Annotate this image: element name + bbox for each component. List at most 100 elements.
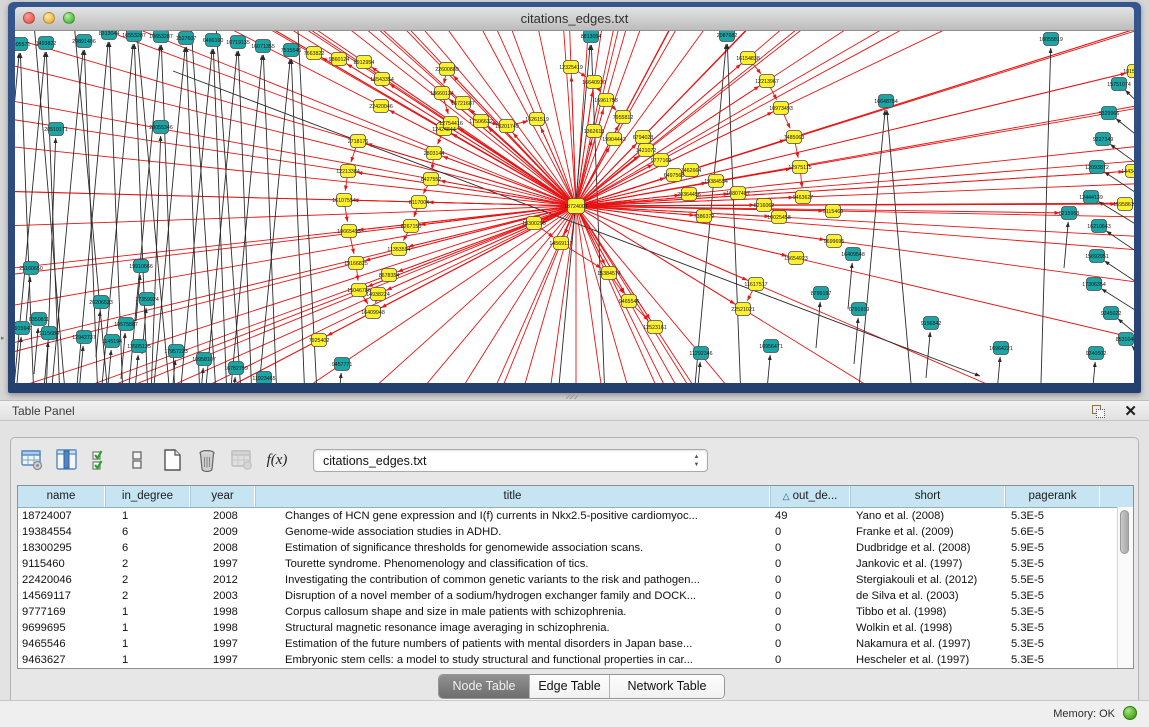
close-panel-icon[interactable]: ✕ bbox=[1124, 402, 1137, 421]
table-select-dropdown[interactable]: citations_edges.txt ▲▼ bbox=[313, 449, 708, 472]
cell-pagerank: 5.3E-5 bbox=[1005, 620, 1100, 636]
table-row[interactable]: 1872400712008Changes of HCN gene express… bbox=[18, 508, 1133, 524]
graph-node-label: 1145194 bbox=[102, 339, 122, 345]
cell-pagerank: 5.3E-5 bbox=[1005, 508, 1100, 524]
table-panel-body: f(x) citations_edges.txt ▲▼ namein_degre… bbox=[0, 421, 1149, 700]
cell-pagerank: 5.3E-5 bbox=[1005, 604, 1100, 620]
memory-status-indicator[interactable] bbox=[1123, 706, 1137, 720]
graph-node-label: 10653287 bbox=[149, 34, 173, 40]
network-window[interactable]: citations_edges.txt 18724007940557114938… bbox=[8, 2, 1141, 393]
cell-year: 2009 bbox=[190, 524, 255, 540]
table-row[interactable]: 1830029562008Estimation of significance … bbox=[18, 540, 1133, 556]
graph-node-label: 12975115 bbox=[788, 165, 811, 171]
graph-node-label: 20206523 bbox=[89, 300, 113, 306]
graph-node-label: 12523161 bbox=[643, 325, 667, 331]
citation-edge-black bbox=[1132, 346, 1134, 383]
graph-node-label: 10025458 bbox=[767, 215, 791, 221]
column-header-out-de-[interactable]: △out_de... bbox=[770, 486, 850, 507]
graph-node-label: 6216062 bbox=[754, 203, 775, 209]
graph-node-label: 12093872 bbox=[1085, 165, 1109, 171]
graph-node-label: 20891406 bbox=[72, 39, 96, 45]
graph-node-label: 20055346 bbox=[149, 125, 173, 131]
graph-node-label: 8799197 bbox=[811, 291, 832, 297]
function-builder-icon[interactable]: f(x) bbox=[264, 447, 290, 473]
graph-node-label: 19384554 bbox=[704, 179, 728, 185]
panel-resize-handle[interactable] bbox=[566, 394, 578, 399]
graph-node-label: 16782759 bbox=[224, 366, 248, 372]
citation-edge-black bbox=[996, 357, 1000, 383]
citation-edge-red bbox=[15, 170, 576, 206]
graph-node-label: 15958614 bbox=[1113, 202, 1134, 208]
table-header-row: namein_degreeyeartitle△out_de...shortpag… bbox=[18, 486, 1133, 508]
graph-node-label: 22521021 bbox=[731, 307, 755, 313]
tab-node-table[interactable]: Node Table bbox=[439, 675, 530, 698]
table-row[interactable]: 1938455462009Genome-wide association stu… bbox=[18, 524, 1133, 540]
citation-edge-black bbox=[1091, 362, 1095, 383]
clear-selection-icon[interactable] bbox=[124, 447, 150, 473]
citation-edge-black bbox=[1064, 222, 1068, 268]
cell-title: Changes of HCN gene expression and I(f) … bbox=[255, 508, 770, 524]
table-row[interactable]: 2242004622012Investigating the contribut… bbox=[18, 572, 1133, 588]
delete-column-icon[interactable] bbox=[194, 447, 220, 473]
cell-pagerank: 5.6E-5 bbox=[1005, 524, 1100, 540]
citation-edge-black bbox=[853, 110, 885, 383]
citation-edge-black bbox=[766, 355, 770, 383]
cell-out-de-: 0 bbox=[770, 620, 850, 636]
column-header-name[interactable]: name bbox=[18, 486, 105, 507]
graph-node-label: 15654923 bbox=[784, 256, 808, 262]
network-window-titlebar[interactable]: citations_edges.txt bbox=[15, 7, 1134, 31]
column-header-pagerank[interactable]: pagerank bbox=[1005, 486, 1100, 507]
cell-pagerank: 5.3E-5 bbox=[1005, 556, 1100, 572]
network-canvas[interactable]: 1872400794055711493822208914068313044165… bbox=[15, 31, 1134, 383]
graph-node-label: 10055819 bbox=[1039, 37, 1063, 43]
graph-node-label: 12213967 bbox=[755, 79, 779, 85]
citation-edge-black bbox=[297, 31, 320, 383]
table-select-value: citations_edges.txt bbox=[323, 454, 427, 468]
scrollbar-thumb[interactable] bbox=[1120, 510, 1129, 554]
cell-short: Nakamura et al. (1997) bbox=[850, 636, 1005, 652]
column-header-in-degree[interactable]: in_degree bbox=[105, 486, 190, 507]
graph-node-label: 16154838 bbox=[736, 56, 760, 62]
table-options-icon[interactable] bbox=[19, 447, 45, 473]
graph-node-label: 10719135 bbox=[226, 40, 250, 46]
show-columns-icon[interactable] bbox=[54, 447, 80, 473]
table-row[interactable]: 969969511998Structural magnetic resonanc… bbox=[18, 620, 1133, 636]
vertical-scrollbar[interactable] bbox=[1117, 507, 1133, 668]
new-column-icon[interactable] bbox=[159, 447, 185, 473]
graph-node-label: 11923465 bbox=[252, 376, 275, 382]
graph-node-label: 20364456 bbox=[677, 192, 701, 198]
select-all-columns-icon[interactable] bbox=[89, 447, 115, 473]
delete-table-icon[interactable] bbox=[229, 447, 255, 473]
tab-edge-table[interactable]: Edge Table bbox=[530, 675, 610, 698]
graph-node-label: 7515546 bbox=[281, 48, 302, 54]
table-row[interactable]: 1456911722003Disruption of a novel membe… bbox=[18, 588, 1133, 604]
graph-node-label: 1421072 bbox=[636, 148, 657, 154]
cell-out-de-: 0 bbox=[770, 524, 850, 540]
graph-node-label: 7663822 bbox=[304, 51, 325, 57]
column-header-short[interactable]: short bbox=[850, 486, 1005, 507]
table-row[interactable]: 977716911998Corpus callosum shape and si… bbox=[18, 604, 1133, 620]
cell-pagerank: 5.5E-5 bbox=[1005, 572, 1100, 588]
graph-node-label: 10807487 bbox=[726, 191, 750, 197]
cell-out-de-: 0 bbox=[770, 588, 850, 604]
column-header-year[interactable]: year bbox=[190, 486, 255, 507]
cell-name: 14569117 bbox=[18, 588, 105, 604]
graph-node-label: 6791919 bbox=[849, 307, 870, 313]
citation-edge-black bbox=[96, 311, 100, 357]
table-row[interactable]: 911546021997Tourette syndrome. Phenomeno… bbox=[18, 556, 1133, 572]
graph-node-label: 8313044 bbox=[99, 31, 120, 37]
float-window-icon[interactable] bbox=[1092, 405, 1105, 418]
graph-node-label: 9329966 bbox=[1099, 111, 1120, 117]
graph-node-label: 2087682 bbox=[717, 33, 738, 39]
collapse-arrow-icon[interactable]: ▸ bbox=[1, 334, 5, 342]
tab-network-table[interactable]: Network Table bbox=[610, 675, 724, 698]
cell-title: Structural magnetic resonance image aver… bbox=[255, 620, 770, 636]
network-graph[interactable]: 1872400794055711493822208914068313044165… bbox=[15, 31, 1134, 383]
graph-node-label: 2718176 bbox=[348, 139, 369, 145]
table-row[interactable]: 946554611997Estimation of the future num… bbox=[18, 636, 1133, 652]
citation-edge-black bbox=[926, 332, 930, 378]
graph-node-label: 7955812 bbox=[613, 115, 634, 121]
table-row[interactable]: 946362711997Embryonic stem cells: a mode… bbox=[18, 652, 1133, 668]
column-header-title[interactable]: title bbox=[255, 486, 770, 507]
graph-node-label: 19665495 bbox=[337, 229, 361, 235]
